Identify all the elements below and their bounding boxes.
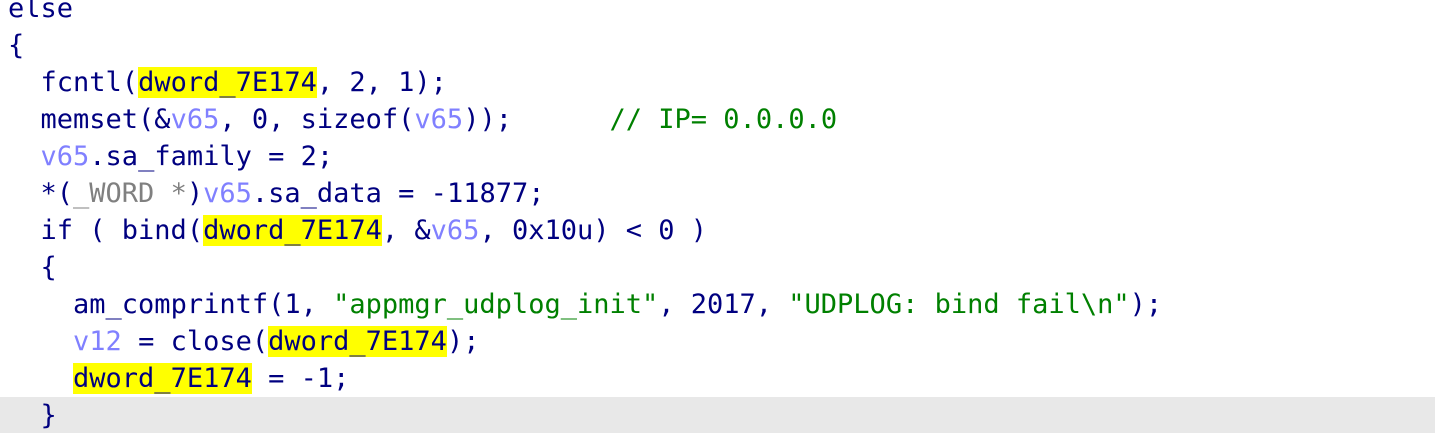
- local-variable[interactable]: v65: [414, 104, 463, 135]
- comment: // IP= 0.0.0.0: [609, 104, 838, 135]
- code-line[interactable]: else: [0, 0, 1435, 27]
- code-line[interactable]: *(_WORD *)v65.sa_data = -11877;: [0, 175, 1435, 212]
- highlighted-identifier[interactable]: dword_7E174: [203, 215, 382, 246]
- call-memset: memset(&: [40, 104, 171, 135]
- current-code-line[interactable]: }: [0, 397, 1435, 433]
- arguments: , 0, sizeof(: [219, 104, 415, 135]
- local-variable[interactable]: v12: [73, 326, 122, 357]
- brace-close: }: [40, 400, 57, 431]
- assignment: = -1;: [251, 363, 350, 394]
- code-line[interactable]: fcntl(dword_7E174, 2, 1);: [0, 64, 1435, 101]
- code-line[interactable]: {: [0, 249, 1435, 286]
- statement-end: );: [1129, 289, 1163, 320]
- keyword-else: else: [8, 0, 74, 24]
- assignment: .sa_data = -11877;: [251, 178, 545, 209]
- code-line[interactable]: memset(&v65, 0, sizeof(v65)); // IP= 0.0…: [0, 101, 1435, 138]
- call-am-comprintf: am_comprintf(1,: [73, 289, 334, 320]
- code-line[interactable]: if ( bind(dword_7E174, &v65, 0x10u) < 0 …: [0, 212, 1435, 249]
- string-literal: "appmgr_udplog_init": [333, 289, 659, 320]
- assignment: .sa_family = 2;: [89, 141, 334, 172]
- arguments: , 2017,: [658, 289, 789, 320]
- highlighted-identifier[interactable]: dword_7E174: [138, 67, 317, 98]
- code-line[interactable]: dword_7E174 = -1;: [0, 360, 1435, 397]
- highlighted-identifier[interactable]: dword_7E174: [73, 363, 252, 394]
- local-variable[interactable]: v65: [41, 141, 90, 172]
- arguments: , 2, 1);: [316, 67, 447, 98]
- string-literal: "UDPLOG: bind fail\n": [788, 289, 1130, 320]
- brace-open: {: [40, 252, 57, 283]
- code-line[interactable]: {: [0, 27, 1435, 64]
- type-cast: _WORD *: [73, 178, 187, 209]
- call-bind: if ( bind(: [40, 215, 204, 246]
- code-line[interactable]: am_comprintf(1, "appmgr_udplog_init", 20…: [0, 286, 1435, 323]
- pseudocode-view[interactable]: else{ fcntl(dword_7E174, 2, 1); memset(&…: [0, 0, 1435, 433]
- local-variable[interactable]: v65: [431, 215, 480, 246]
- code-line[interactable]: v65.sa_family = 2;: [0, 138, 1435, 175]
- cast-close: ): [186, 178, 204, 209]
- call-fcntl: fcntl(: [40, 67, 139, 98]
- highlighted-identifier[interactable]: dword_7E174: [268, 326, 447, 357]
- arguments: , &: [381, 215, 431, 246]
- condition-end: , 0x10u) < 0 ): [479, 215, 708, 246]
- cast-open: *(: [40, 178, 74, 209]
- code-line[interactable]: v12 = close(dword_7E174);: [0, 323, 1435, 360]
- call-close: = close(: [121, 326, 269, 357]
- local-variable[interactable]: v65: [171, 104, 220, 135]
- local-variable[interactable]: v65: [203, 178, 252, 209]
- statement-end: ));: [463, 104, 610, 135]
- statement-end: );: [446, 326, 480, 357]
- brace-open: {: [8, 30, 25, 61]
